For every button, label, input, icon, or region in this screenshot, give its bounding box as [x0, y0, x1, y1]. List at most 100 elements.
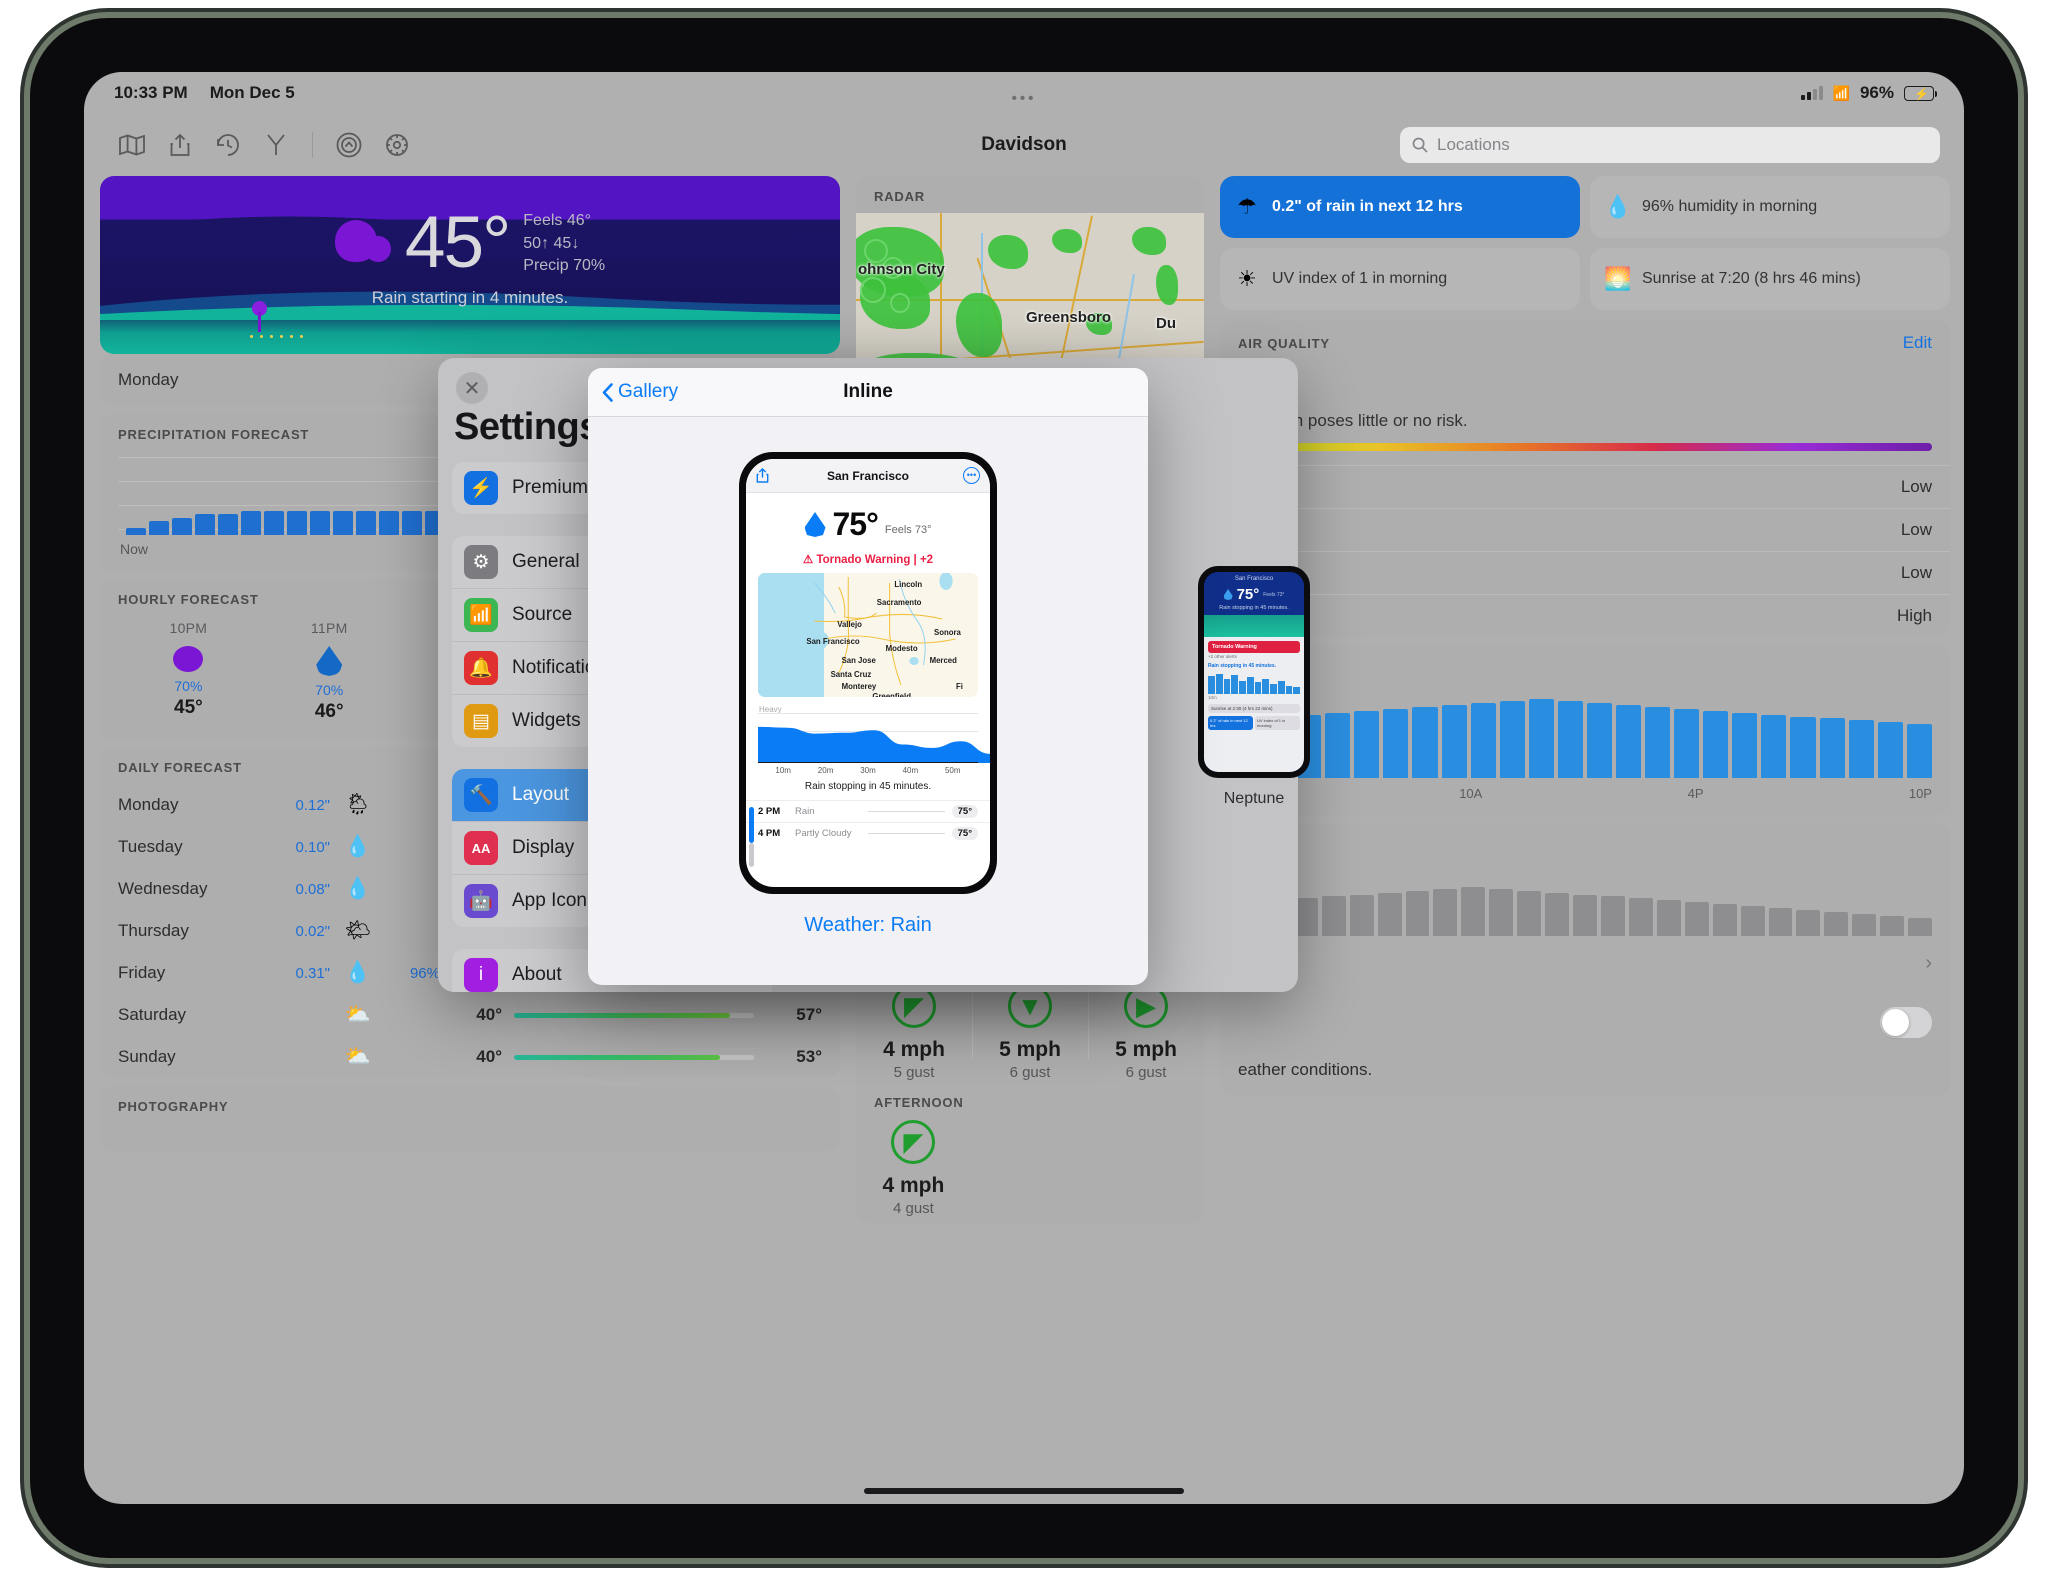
ipad-device-frame: 10:33 PM Mon Dec 5 ••• 📶 96% ⚡ Davidson … [30, 18, 2018, 1558]
phone-map-city: Greenfield [872, 692, 911, 697]
day-precip: 0.12" [295, 796, 330, 814]
air-quality-card[interactable]: AIR QUALITY Edit 39 Pollution poses litt… [1220, 320, 1950, 637]
tip-card[interactable]: 💧 96% humidity in morning [1590, 176, 1950, 238]
hour-label: 11PM [310, 620, 348, 636]
chart-axis-tick: 20m [817, 766, 834, 775]
hourly-item[interactable]: 11PM 70% 46° [259, 620, 400, 723]
chevron-left-icon [602, 382, 613, 402]
phone-alert[interactable]: ⚠ Tornado Warning | +2 [746, 549, 990, 573]
axis-tick: 10A [1459, 786, 1483, 801]
bell-icon: 🔔 [464, 651, 498, 685]
chart-bar [1790, 716, 1816, 778]
chart-bar [1383, 708, 1409, 778]
more-icon[interactable]: ••• [963, 467, 980, 484]
allergen-row: reeLow [1220, 465, 1950, 508]
conditions-row[interactable]: .› [1220, 936, 1950, 991]
precipitation-bar [287, 510, 308, 535]
cellular-signal-icon [1800, 86, 1823, 100]
chart-bar [1703, 710, 1729, 778]
tip-card[interactable]: 🌅 Sunrise at 7:20 (8 hrs 46 mins) [1590, 248, 1950, 310]
settings-title: Settings [454, 406, 600, 448]
humidity-bars [1220, 682, 1950, 778]
thumb-sunrise: Sunrise at 2:30 (4 hrs 22 mins) [1208, 704, 1300, 713]
home-indicator[interactable] [864, 1488, 1184, 1494]
appicon-icon: 🤖 [464, 884, 498, 918]
conditions-toggle[interactable] [1880, 1007, 1932, 1038]
tip-text: 0.2" of rain in next 12 hrs [1272, 197, 1463, 215]
phone-hour-row[interactable]: 4 PM Partly Cloudy 75° [746, 822, 990, 844]
map-icon[interactable] [108, 123, 156, 167]
daily-row[interactable]: Sunday ⛅ 40° 53° [100, 1036, 840, 1078]
photography-card[interactable]: PHOTOGRAPHY [100, 1086, 840, 1151]
tip-card[interactable]: ☀ UV index of 1 in morning [1220, 248, 1580, 310]
day-name: Wednesday [118, 879, 208, 898]
day-high: 57° [796, 1005, 822, 1024]
daily-row[interactable]: Saturday ⛅ 40° 57° [100, 994, 840, 1036]
wind-afternoon-label: AFTERNOON [874, 1095, 964, 1110]
phone-rain-chart: Heavy [758, 705, 990, 763]
phone-hourly-list: 2 PM Rain 75° 4 PM Partly Cloudy 75° [746, 800, 990, 844]
phone-hour-temp: 75° [951, 827, 978, 840]
thumbnail-caption: Neptune [1223, 790, 1285, 807]
conditions-row-card[interactable]: .› . eather conditions. [1220, 936, 1950, 1104]
chart-bar [1354, 710, 1380, 778]
multitask-handle[interactable]: ••• [1012, 90, 1037, 107]
phone-feels-like: Feels 73° [884, 524, 932, 536]
axis-tick: 10P [1908, 786, 1932, 801]
back-button[interactable]: Gallery [602, 381, 678, 403]
phone-map[interactable]: Lincoln Sacramento Vallejo Sonora San Franci… [758, 573, 978, 697]
day-precip: 0.08" [295, 880, 330, 898]
phone-screen: San Francisco ••• 75° Feels 73° ⚠ Tornad… [746, 459, 990, 887]
day-precip: 0.10" [295, 838, 330, 856]
gallery-modal[interactable]: Gallery Inline San Francisco ••• 75° Fee… [588, 368, 1148, 985]
chart-bar [1325, 712, 1351, 778]
axis-tick: Now [120, 541, 149, 557]
tip-icon: ☂ [1237, 194, 1257, 219]
search-input[interactable]: Locations [1400, 127, 1940, 163]
gallery-title: Inline [843, 381, 893, 402]
close-icon[interactable]: ✕ [456, 372, 488, 404]
chart-bar [1441, 705, 1467, 778]
thumb-temp: 75° [1236, 586, 1260, 603]
phone-map-city: Vallejo [837, 620, 862, 630]
day-name: Friday [118, 963, 166, 982]
day-weather-icon: 🌦 [344, 793, 372, 816]
divider [868, 833, 945, 834]
gear-icon[interactable] [373, 123, 421, 167]
phone-hour-time: 4 PM [758, 828, 781, 839]
chart-bar [1848, 720, 1874, 778]
hour-label: 10PM [169, 620, 208, 636]
rain-area-chart [758, 726, 990, 763]
chart-axis-tick: 40m [902, 766, 919, 775]
day-weather-icon: ⛅ [344, 1045, 372, 1068]
widget-thumbnail-neptune[interactable]: San Francisco 75° Feels 73° Rain stoppin… [1198, 566, 1310, 778]
share-icon[interactable] [756, 468, 769, 483]
conditions-toggle-row[interactable]: . [1220, 991, 1950, 1054]
thumb-tip1: 0.2" of rain in next 12 hrs [1208, 716, 1253, 730]
map-city-label: Greensboro [1026, 309, 1112, 326]
humidity-card[interactable]: ITY 4A 10A 4P 10P [1220, 645, 1950, 815]
edit-button[interactable]: Edit [1885, 320, 1950, 362]
day-precip: 0.31" [295, 964, 330, 982]
fork-icon[interactable] [252, 123, 300, 167]
map-city-label: ohnson City [858, 261, 945, 278]
hourly-item[interactable]: 10PM 70% 45° [118, 620, 259, 723]
allergen-level: Low [1900, 563, 1932, 582]
share-icon[interactable] [156, 123, 204, 167]
day-name: Sunday [118, 1047, 176, 1066]
wind-card[interactable]: ◤ 4 mph 5 gust ▼ 5 mph 6 gust ▶ 5 mph 6 gust AFT… [856, 976, 1204, 1231]
allergen-row: eedLow [1220, 551, 1950, 594]
tip-card[interactable]: ☂ 0.2" of rain in next 12 hrs [1220, 176, 1580, 238]
phone-scrollbar[interactable] [749, 807, 754, 867]
day-name: Monday [118, 795, 179, 814]
current-conditions-card[interactable]: 45° Feels 46° 50↑ 45↓ Precip 70% Rain st… [100, 176, 840, 354]
phone-summary: Rain stopping in 45 minutes. [804, 781, 932, 792]
settings-item-label: Source [512, 604, 573, 625]
chart-bar [1499, 701, 1525, 778]
compass-icon[interactable] [325, 123, 373, 167]
hour-precip: 70% [315, 682, 344, 698]
phone-hour-row[interactable]: 2 PM Rain 75° [746, 800, 990, 822]
day-name: Saturday [118, 1005, 187, 1024]
history-icon[interactable] [204, 123, 252, 167]
thumb-city: San Francisco [1234, 576, 1274, 582]
